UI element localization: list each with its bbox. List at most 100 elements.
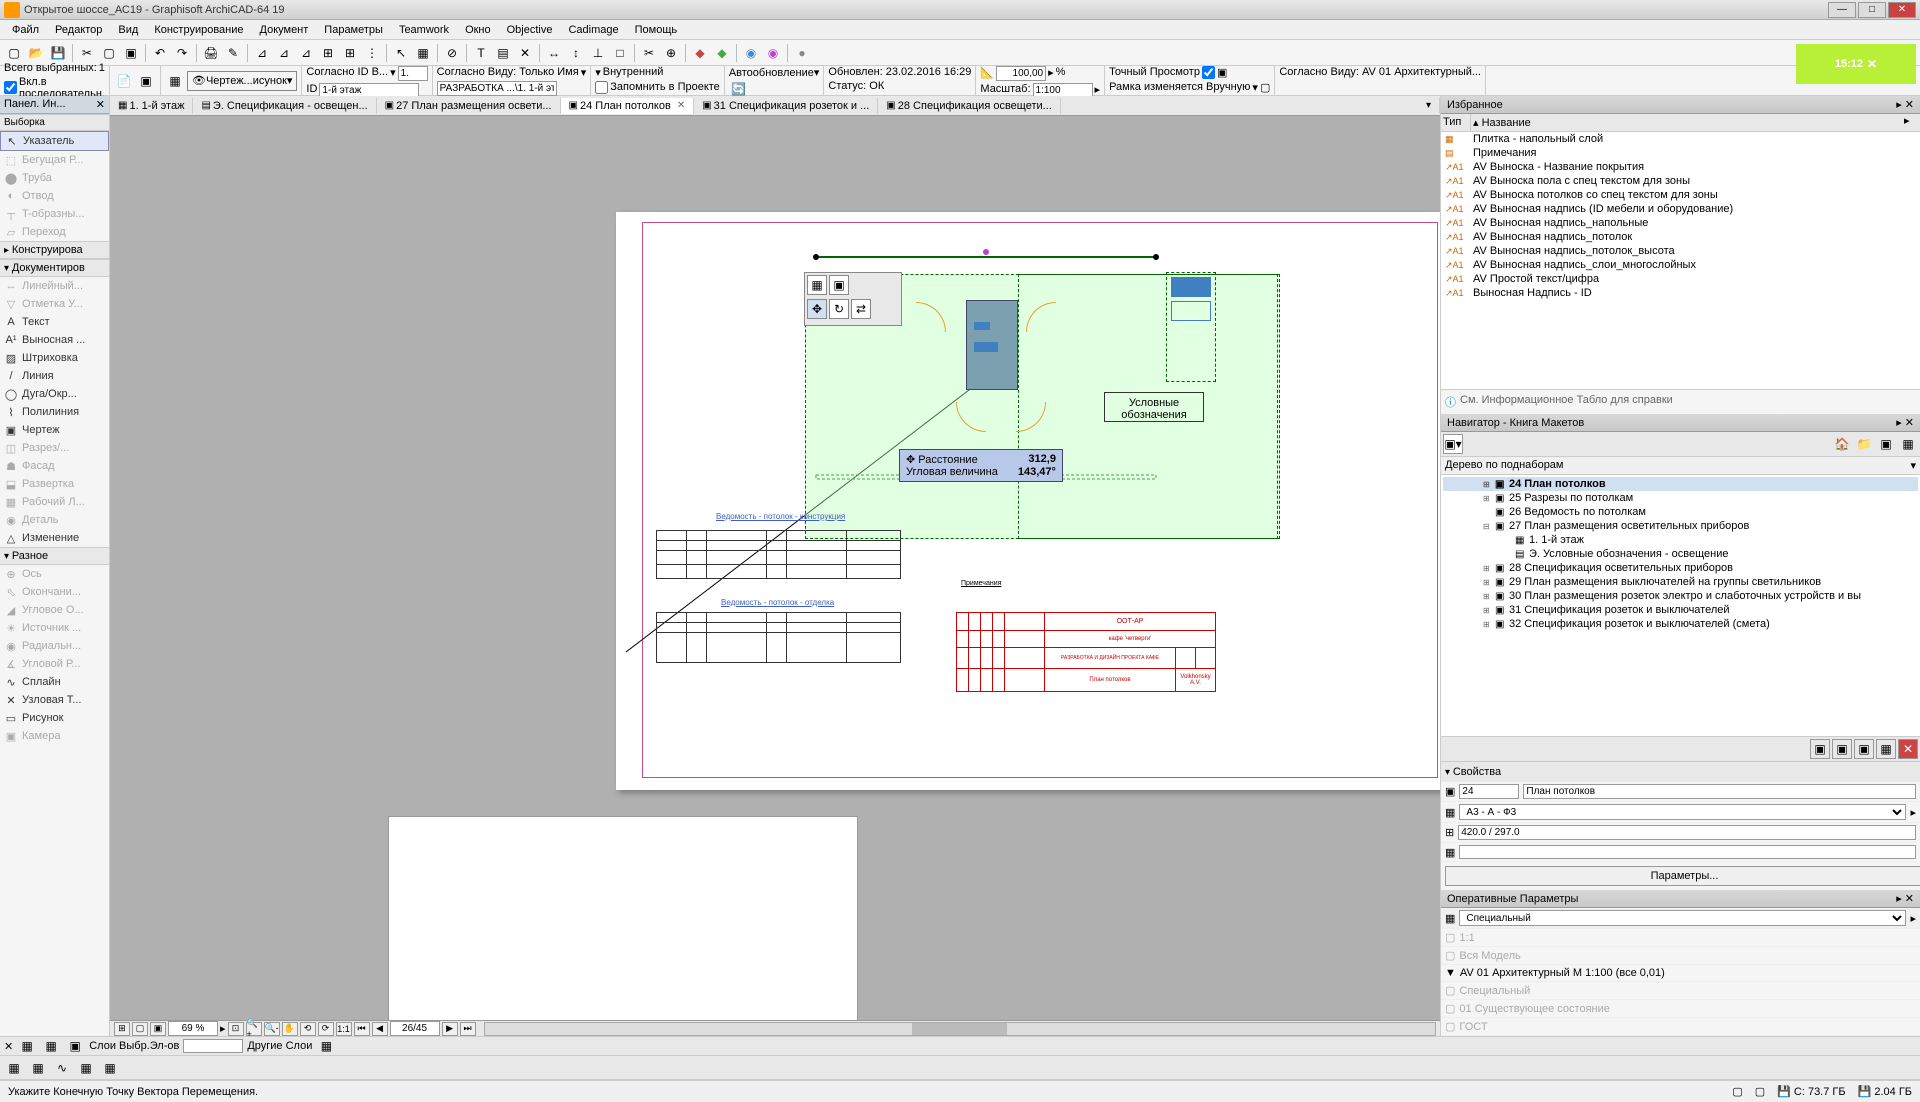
fav-close-icon[interactable]: ✕ [1905,99,1914,111]
fav-item[interactable]: ↗A1AV Выноска потолков со спец текстом д… [1441,188,1920,202]
tool-wallend[interactable]: ⬁Окончани... [0,583,109,601]
fav-item[interactable]: ↗A1AV Простой текст/цифра [1441,272,1920,286]
open-icon[interactable]: 📂 [26,43,46,63]
nav-close-icon[interactable]: ✕ [1905,417,1914,429]
dim-3-icon[interactable]: ⊥ [588,43,608,63]
tool-hotspot[interactable]: ✕Узловая Т... [0,691,109,709]
prop-id-input[interactable] [1459,784,1519,799]
nav-home-icon[interactable]: 🏠 [1832,434,1852,454]
tab-24[interactable]: ▣ 24 План потолков✕ [561,98,695,114]
tree-item-26[interactable]: ▣26 Ведомость по потолкам [1443,505,1918,519]
tool-polyline[interactable]: ⌇Полилиния [0,403,109,421]
toolbox-close-icon[interactable]: ✕ [96,98,105,111]
tab-close-icon[interactable]: ✕ [677,100,685,111]
render-2-icon[interactable]: ◆ [712,43,732,63]
prop-name-input[interactable] [1523,784,1916,799]
tool-pointer[interactable]: ↖Указатель [0,131,109,151]
tool-light[interactable]: ☀Источник ... [0,619,109,637]
pet-move-icon[interactable]: ▦ [807,275,827,295]
pet-adjust-icon[interactable]: ▣ [829,275,849,295]
tab-overflow-icon[interactable]: ▾ [1418,98,1440,113]
tool-transition[interactable]: ▱Переход [0,223,109,241]
tool-figure[interactable]: ▭Рисунок [0,709,109,727]
layer-btn-3[interactable]: ▣ [65,1036,85,1056]
layer-x-icon[interactable]: ✕ [4,1040,13,1053]
op-special-select[interactable]: Специальный [1459,910,1906,926]
fav-item[interactable]: ↗A1AV Выносная надпись_напольные [1441,216,1920,230]
tab-27[interactable]: ▣ 27 План размещения освети... [377,98,561,114]
menu-file[interactable]: Файл [4,22,47,38]
snap-4-icon[interactable]: ⊞ [318,43,338,63]
dim-1-icon[interactable]: ↔ [544,43,564,63]
save-icon[interactable]: 💾 [48,43,68,63]
preview-checkbox[interactable] [1202,66,1215,79]
h-scrollbar[interactable] [484,1022,1436,1036]
grid-x-icon[interactable]: ✕ [515,43,535,63]
tool-dimension[interactable]: ↔Линейный... [0,277,109,295]
zoom-fit-icon[interactable]: ⊡ [228,1022,244,1036]
menu-objective[interactable]: Objective [499,22,561,38]
suspend-icon[interactable]: ⊘ [442,43,462,63]
render-1-icon[interactable]: ◆ [690,43,710,63]
menu-construct[interactable]: Конструирование [146,22,251,38]
pan-icon[interactable]: ✋ [282,1022,298,1036]
page-next-icon[interactable]: ▶ [442,1022,458,1036]
tool-spline[interactable]: ∿Сплайн [0,673,109,691]
tool-line[interactable]: /Линия [0,367,109,385]
zoom-next-icon[interactable]: ⟳ [318,1022,334,1036]
snap-5-icon[interactable]: ⊞ [340,43,360,63]
fav-item[interactable]: ↗A1AV Выносная надпись_слои_многослойных [1441,258,1920,272]
render-3-icon[interactable]: ◉ [741,43,761,63]
prop-format-select[interactable]: A3 - А - Ф3 [1459,804,1906,820]
layer-other-icon[interactable]: ▦ [316,1036,336,1056]
fav-item[interactable]: ↗A1AV Выносная надпись (ID мебели и обор… [1441,202,1920,216]
sphere-icon[interactable]: ● [792,43,812,63]
tool-axis[interactable]: ⊕Ось [0,565,109,583]
op-item[interactable]: AV 01 Архитектурный М 1:100 (все 0,01) [1460,967,1665,979]
tree-item-25[interactable]: ⊞▣25 Разрезы по потолкам [1443,491,1918,505]
nav-delete-icon[interactable]: ✕ [1898,739,1918,759]
tool-fill[interactable]: ▨Штриховка [0,349,109,367]
plot-icon[interactable]: ✎ [223,43,243,63]
snap-2-icon[interactable]: ⊿ [274,43,294,63]
tool-section[interactable]: ◫Разрез/... [0,439,109,457]
tree-item-27-2[interactable]: ▤Э. Условные обозначения - освещение [1443,547,1918,561]
bt-2-icon[interactable]: ▦ [28,1058,48,1078]
prop-size-input[interactable] [1458,825,1916,840]
source-file-input[interactable] [437,81,557,96]
fav-item[interactable]: ▦Плитка - напольный слой [1441,132,1920,146]
tree-item-30[interactable]: ⊞▣30 План размещения розеток электро и с… [1443,589,1918,603]
layer-btn-1[interactable]: ▦ [17,1036,37,1056]
drawing-layer-icon[interactable]: ▦ [165,71,185,91]
fav-item[interactable]: ↗A1AV Выноска - Название покрытия [1441,160,1920,174]
view-1-icon[interactable]: ▢ [132,1022,148,1036]
render-4-icon[interactable]: ◉ [763,43,783,63]
minimize-button[interactable]: — [1828,2,1856,18]
fav-col-type[interactable]: Тип [1441,114,1471,131]
undo-icon[interactable]: ↶ [150,43,170,63]
nav-new3-icon[interactable]: ▣ [1854,739,1874,759]
snap-6-icon[interactable]: ⋮ [362,43,382,63]
pointer-icon[interactable]: ↖ [391,43,411,63]
page-prev-icon[interactable]: ◀ [372,1022,388,1036]
tree-item-27[interactable]: ⊟▣27 План размещения осветительных прибо… [1443,519,1918,533]
menu-help[interactable]: Помощь [627,22,686,38]
zoom-in-icon[interactable]: 🔍+ [246,1022,262,1036]
nav-mode-icon[interactable]: ▣▾ [1443,434,1463,454]
bt-1-icon[interactable]: ▦ [4,1058,24,1078]
tab-31[interactable]: ▣ 31 Спецификация розеток и ... [694,98,878,114]
nav-pub-icon[interactable]: ▦ [1898,434,1918,454]
nav-layout-icon[interactable]: ▣ [1876,434,1896,454]
tool-label[interactable]: A¹Выносная ... [0,331,109,349]
fav-menu-icon[interactable]: ▸ [1896,99,1902,111]
id-value-input[interactable] [398,66,428,81]
op-menu-icon[interactable]: ▸ [1896,893,1902,905]
fav-item[interactable]: ↗A1AV Выносная надпись_потолок [1441,230,1920,244]
pet-rotate-icon[interactable]: ↻ [829,299,849,319]
close-button[interactable]: ✕ [1888,2,1916,18]
tool-change[interactable]: △Изменение [0,529,109,547]
fav-item[interactable]: ↗A1Выносная Надпись - ID [1441,286,1920,300]
nav-new4-icon[interactable]: ▦ [1876,739,1896,759]
menu-teamwork[interactable]: Teamwork [391,22,457,38]
new-icon[interactable]: ▢ [4,43,24,63]
